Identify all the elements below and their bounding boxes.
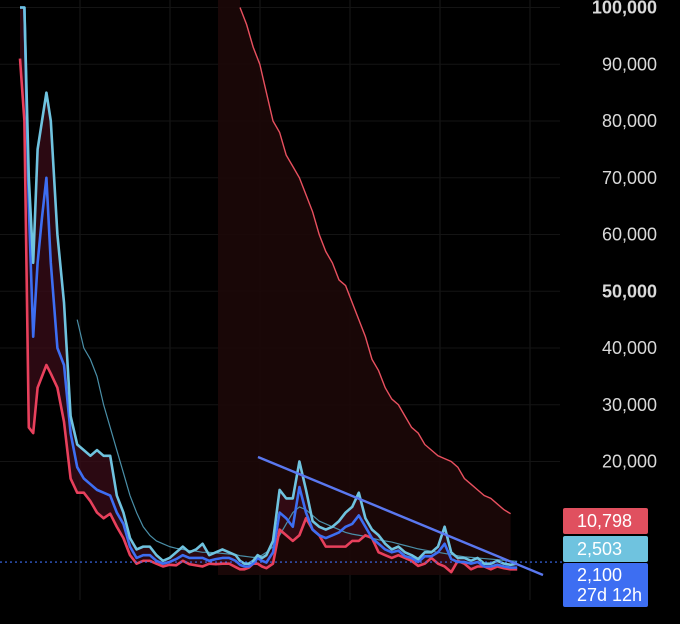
shaded-region	[218, 0, 511, 575]
y-tick-label: 50,000	[602, 281, 657, 301]
y-tick-label: 90,000	[602, 54, 657, 74]
y-tick-label: 30,000	[602, 395, 657, 415]
y-tick-label: 60,000	[602, 225, 657, 245]
price-label-red: 10,798	[563, 508, 648, 534]
y-tick-label: 100,000	[592, 0, 657, 18]
price-label-blue-countdown: 27d 12h	[577, 585, 643, 605]
y-tick-label: 70,000	[602, 168, 657, 188]
y-tick-label: 40,000	[602, 338, 657, 358]
y-tick-label: 20,000	[602, 452, 657, 472]
price-label-cyan: 2,503	[563, 536, 648, 562]
price-label-blue: 2,100 27d 12h	[563, 563, 648, 607]
price-label-blue-value: 2,100	[577, 565, 623, 585]
shaded-area	[218, 0, 511, 575]
y-tick-label: 80,000	[602, 111, 657, 131]
y-axis-ticks: 100,000 90,000 80,000 70,000 60,000 50,000 40,…	[592, 0, 657, 472]
